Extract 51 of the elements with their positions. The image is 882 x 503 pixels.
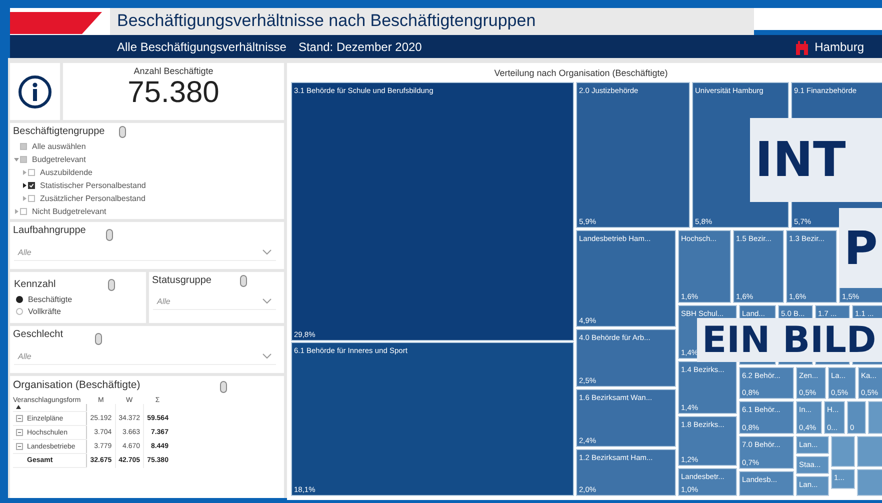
chevron-down-icon[interactable] bbox=[262, 298, 272, 304]
checkbox-label: Alle auswählen bbox=[32, 142, 86, 151]
report-subtitle: Alle Beschäftigungsverhältnisse bbox=[117, 40, 286, 54]
overlay-toast: INT bbox=[750, 118, 882, 202]
checkbox[interactable] bbox=[28, 169, 35, 176]
castle-icon bbox=[794, 38, 809, 54]
checkbox-label: Budgetrelevant bbox=[32, 155, 86, 164]
caret-icon[interactable] bbox=[22, 183, 27, 188]
kpi-value: 75.380 bbox=[128, 76, 220, 110]
dropdown-field[interactable]: Alle bbox=[153, 293, 276, 310]
slicer-title: Laufbahngruppe bbox=[13, 225, 86, 236]
overlay-toast: P bbox=[839, 208, 882, 288]
clear-selection-icon[interactable] bbox=[240, 275, 246, 287]
treemap-tile[interactable] bbox=[857, 436, 882, 467]
info-icon[interactable] bbox=[18, 74, 52, 108]
collapse-icon[interactable] bbox=[16, 442, 23, 450]
clear-selection-icon[interactable] bbox=[220, 381, 228, 393]
slicer-title: Beschäftigtengruppe bbox=[13, 126, 105, 137]
chevron-down-icon[interactable] bbox=[262, 353, 272, 359]
slicer-title: Statusgruppe bbox=[152, 275, 212, 286]
checkbox[interactable] bbox=[28, 182, 35, 189]
checkbox-label: Statistischer Personalbestand bbox=[40, 181, 146, 190]
checkbox-label: Auszubildende bbox=[40, 168, 92, 177]
chevron-down-icon[interactable] bbox=[262, 249, 272, 255]
checkbox-label: Nicht Budgetrelevant bbox=[32, 207, 106, 216]
radio-option[interactable]: Vollkräfte bbox=[10, 305, 146, 317]
dropdown-field[interactable]: Alle bbox=[14, 348, 276, 365]
checkbox-label: Zusätzlicher Personalbestand bbox=[40, 194, 146, 203]
radio-option[interactable]: Beschäftigte bbox=[10, 293, 146, 305]
checkbox[interactable] bbox=[28, 195, 35, 202]
checkbox[interactable] bbox=[20, 208, 27, 215]
report-title: Beschäftigungsverhältnisse nach Beschäftigtengruppen bbox=[110, 8, 754, 35]
collapse-icon[interactable] bbox=[16, 428, 23, 436]
overlay-toast: EIN BILD bbox=[697, 318, 882, 362]
report-date: Stand: Dezember 2020 bbox=[298, 40, 422, 54]
clear-selection-icon[interactable] bbox=[95, 333, 102, 345]
sort-icon[interactable] bbox=[16, 405, 21, 410]
clear-selection-icon[interactable] bbox=[106, 229, 113, 241]
brand-name: Hamburg bbox=[814, 40, 864, 54]
clear-selection-icon[interactable] bbox=[118, 126, 126, 138]
dropdown-field[interactable]: Alle bbox=[14, 244, 276, 261]
clear-selection-icon[interactable] bbox=[108, 279, 115, 291]
collapse-icon[interactable] bbox=[16, 414, 23, 422]
slicer-title: Kennzahl bbox=[14, 279, 56, 290]
table-title: Organisation (Beschäftigte) bbox=[13, 379, 140, 391]
chart-title: Verteilung nach Organisation (Beschäftigte) bbox=[494, 68, 668, 78]
treemap-tile[interactable] bbox=[831, 436, 855, 467]
treemap-tile[interactable] bbox=[868, 401, 882, 434]
kpi-label: Anzahl Beschäftigte bbox=[134, 66, 214, 76]
slicer-title: Geschlecht bbox=[13, 329, 64, 340]
treemap-tile[interactable] bbox=[857, 469, 882, 496]
